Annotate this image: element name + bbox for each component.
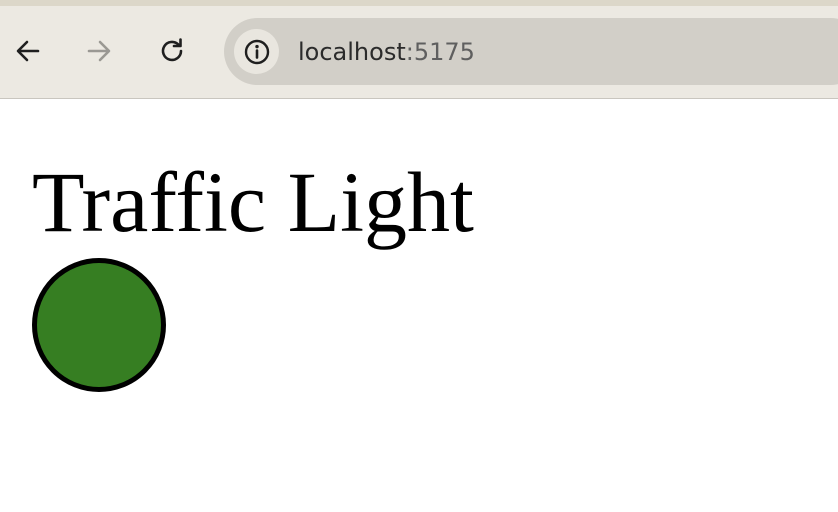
browser-toolbar: localhost:5175 bbox=[0, 0, 838, 99]
arrow-right-icon bbox=[87, 40, 111, 62]
traffic-light-circle[interactable] bbox=[32, 258, 166, 392]
forward-button[interactable] bbox=[81, 33, 117, 69]
back-button[interactable] bbox=[10, 33, 46, 69]
window-top-strip bbox=[0, 0, 838, 6]
page-title: Traffic Light bbox=[32, 154, 474, 250]
reload-icon bbox=[161, 38, 183, 62]
page-content: Traffic Light bbox=[0, 99, 838, 512]
address-bar[interactable]: localhost:5175 bbox=[224, 18, 838, 85]
url-host: localhost bbox=[298, 38, 406, 66]
url-port: :5175 bbox=[405, 38, 475, 66]
url-text[interactable]: localhost:5175 bbox=[298, 36, 475, 68]
arrow-left-icon bbox=[16, 40, 40, 62]
reload-button[interactable] bbox=[154, 33, 190, 69]
site-info-button[interactable] bbox=[234, 29, 279, 74]
info-icon bbox=[244, 39, 269, 64]
